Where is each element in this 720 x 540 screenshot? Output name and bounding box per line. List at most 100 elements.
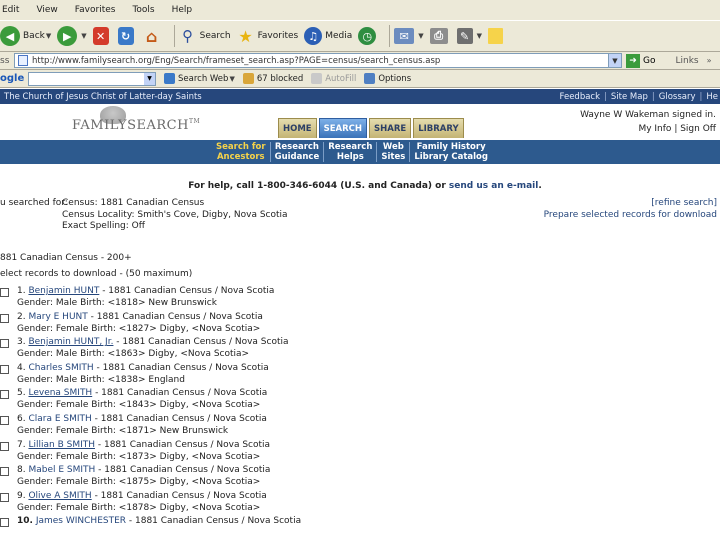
home-button[interactable]: ⌂ [143,23,164,49]
select-record-checkbox[interactable] [0,390,9,400]
person-name-link[interactable]: Benjamin HUNT, Jr. [28,337,113,347]
familysearch-logo[interactable]: FAMILYSEARCHTM [72,118,200,133]
person-name-link[interactable]: Mary E HUNT [28,312,87,322]
chevron-down-icon[interactable]: ▼ [46,32,51,40]
history-button[interactable]: ◷ [358,23,379,49]
media-icon: ♫ [304,27,323,45]
my-info-link[interactable]: My Info [638,124,671,134]
search-button[interactable]: ⚲ Search [179,23,230,49]
result-number: 1. [17,286,26,296]
search-web-button[interactable]: Search Web ▼ [164,73,235,84]
select-record-checkbox[interactable] [0,364,9,374]
select-record-checkbox[interactable] [0,288,9,297]
menu-help[interactable]: Help [172,5,193,15]
site-map-link[interactable]: Site Map [611,92,648,102]
stop-icon: ✕ [92,27,109,45]
result-number: 6. [17,413,26,424]
top-links: Feedback | Site Map | Glossary | He [559,91,718,102]
stop-button[interactable]: ✕ [92,23,112,49]
person-name-link[interactable]: Benjamin HUNT [28,286,99,296]
subnav-research-helps[interactable]: Research Helps [324,142,378,162]
result-detail: Gender: Female Birth: <1843> Digby, <Nov… [17,400,261,411]
result-title: 4. Charles SMITH - 1881 Canadian Census … [17,363,269,373]
person-name-link[interactable]: Levena SMITH [28,388,92,398]
email-link[interactable]: send us an e-mail [449,181,538,191]
go-button[interactable]: ➜ Go [626,53,655,68]
tab-search[interactable]: SEARCH [318,118,368,138]
menu-view[interactable]: View [36,5,57,15]
address-input[interactable]: http://www.familysearch.org/Eng/Search/f… [14,53,622,68]
prepare-download-link[interactable]: Prepare selected records for download [544,210,717,222]
subnav-library-catalog[interactable]: Family History Library Catalog [410,142,492,162]
menu-tools[interactable]: Tools [132,5,154,15]
menu-favorites[interactable]: Favorites [75,5,116,15]
result-title: 6. Clara E SMITH - 1881 Canadian Census … [17,414,267,424]
popup-blocker-icon [242,73,254,84]
help-link[interactable]: He [706,92,718,102]
select-record-checkbox[interactable] [0,313,9,323]
person-name-link[interactable]: James WINCHESTER [36,516,126,526]
mail-icon: ✉ [394,28,415,44]
chevron-right-icon[interactable]: » [707,56,712,65]
select-record-checkbox[interactable] [0,415,9,425]
chevron-down-icon[interactable]: ▼ [477,32,482,40]
census-source: - 1881 Canadian Census / Nova Scotia [95,465,271,476]
chevron-down-icon[interactable]: ▼ [144,72,155,85]
person-name-link[interactable]: Charles SMITH [28,363,93,373]
result-row: 5. Levena SMITH - 1881 Canadian Census /… [0,388,720,414]
result-number: 2. [17,311,26,322]
person-name-link[interactable]: Mabel E SMITH [28,465,95,475]
options-button[interactable]: Options [364,73,411,84]
glossary-link[interactable]: Glossary [659,92,696,102]
result-title: 9. Olive A SMITH - 1881 Canadian Census … [17,491,267,501]
result-row: 10. James WINCHESTER - 1881 Canadian Cen… [0,516,720,540]
print-button[interactable]: ⎙ [429,23,451,49]
select-record-checkbox[interactable] [0,518,9,528]
subnav-research-guidance[interactable]: Research Guidance [271,142,325,162]
census-source: - 1881 Canadian Census / Nova Scotia [113,337,289,348]
forward-arrow-icon: ▶ [57,26,78,46]
select-record-checkbox[interactable] [0,467,9,477]
google-toolbar: ogle ▼ Search Web ▼ 67 blocked AutoFill … [0,70,720,88]
google-logo[interactable]: ogle [0,73,28,84]
chevron-down-icon[interactable]: ▼ [418,32,423,40]
tab-share[interactable]: SHARE [369,118,412,138]
result-row: 9. Olive A SMITH - 1881 Canadian Census … [0,491,720,517]
mail-button[interactable]: ✉ ▼ [394,23,424,49]
favorites-button[interactable]: ★ Favorites [237,23,298,49]
tab-library[interactable]: LIBRARY [413,118,464,138]
menu-edit[interactable]: Edit [2,5,19,15]
person-name-link[interactable]: Clara E SMITH [28,414,91,424]
feedback-link[interactable]: Feedback [560,92,600,102]
chevron-down-icon[interactable]: ▼ [229,75,234,83]
census-source: - 1881 Canadian Census / Nova Scotia [93,362,269,373]
select-record-checkbox[interactable] [0,441,9,451]
tab-home[interactable]: HOME [278,118,317,138]
chevron-down-icon[interactable]: ▼ [608,54,621,67]
links-button[interactable]: Links [675,56,698,66]
person-name-link[interactable]: Olive A SMITH [28,491,91,501]
back-button[interactable]: ◀ Back ▼ [0,23,51,49]
google-search-input[interactable]: ▼ [28,71,156,86]
popup-blocker-button[interactable]: 67 blocked [242,73,303,84]
subnav-web-sites[interactable]: Web Sites [377,142,411,162]
subnav-search-ancestors[interactable]: Search for Ancestors [212,142,271,162]
note-button[interactable] [488,23,506,49]
chevron-down-icon[interactable]: ▼ [81,32,86,40]
refine-search-link[interactable]: [refine search] [544,198,717,210]
person-name-link[interactable]: Lillian B SMITH [28,440,95,450]
select-record-checkbox[interactable] [0,492,9,502]
forward-button[interactable]: ▶ ▼ [57,23,87,49]
result-detail: Gender: Female Birth: <1873> Digby, <Nov… [17,451,261,462]
result-detail: Gender: Female Birth: <1875> Digby, <Nov… [17,477,261,488]
census-source: - 1881 Canadian Census / Nova Scotia [126,516,302,527]
edit-button[interactable]: ✎ ▼ [456,23,482,49]
main-nav-tabs: HOME SEARCH SHARE LIBRARY [278,118,466,138]
refresh-button[interactable]: ↻ [117,23,137,49]
sign-off-link[interactable]: Sign Off [680,124,716,134]
autofill-button[interactable]: AutoFill [311,73,356,84]
select-record-checkbox[interactable] [0,339,9,349]
media-button[interactable]: ♫ Media [304,23,352,49]
menu-bar: Edit View Favorites Tools Help [0,0,720,20]
church-title: The Church of Jesus Christ of Latter-day… [4,91,202,102]
